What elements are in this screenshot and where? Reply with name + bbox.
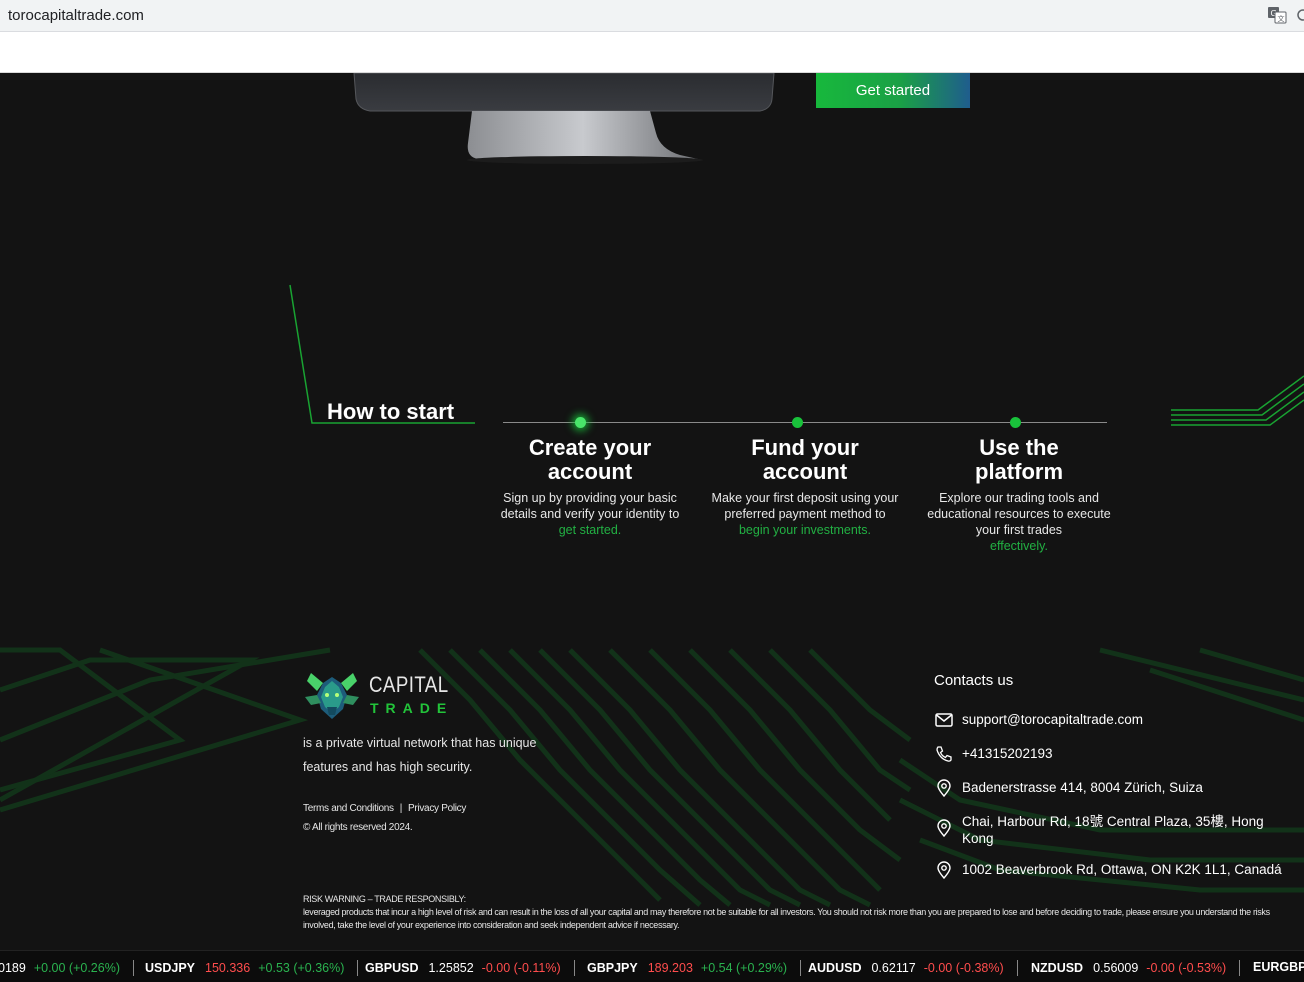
logo-text-trade: TRADE [370, 700, 454, 716]
step-dot-1 [575, 417, 586, 428]
contact-address-text: 1002 Beaverbrook Rd, Ottawa, ON K2K 1L1,… [962, 862, 1282, 877]
bull-logo-icon [305, 673, 359, 719]
step-title: Fund your account [710, 436, 900, 484]
step-link-effectively[interactable]: effectively. [924, 538, 1114, 554]
contact-address-text: Badenerstrasse 414, 8004 Zürich, Suiza [962, 780, 1203, 795]
translate-icon[interactable]: G 文 [1267, 6, 1287, 24]
ticker-item[interactable]: NZDUSD 0.56009 -0.00 (-0.53%) [1031, 960, 1241, 976]
svg-text:文: 文 [1278, 14, 1285, 23]
risk-warning-text: leveraged products that incur a high lev… [303, 907, 1270, 930]
step-create-account: Create your account Sign up by providing… [495, 436, 685, 538]
ticker-symbol: GBPJPY [587, 961, 638, 975]
ticker-item[interactable]: EURGBP [1253, 960, 1304, 974]
contact-email-text[interactable]: support@torocapitaltrade.com [962, 711, 1143, 728]
contact-phone[interactable]: +41315202193 [934, 745, 1052, 763]
ticker-change: -0.00 (-0.53%) [1146, 961, 1227, 975]
step-title-line1: Use the [979, 435, 1059, 460]
ticker-divider [357, 960, 359, 976]
capital-trade-logo[interactable]: CAPITAL TRADE [303, 669, 453, 721]
ticker-price: 0.56009 [1093, 961, 1139, 975]
step-fund-account: Fund your account Make your first deposi… [710, 436, 900, 538]
ticker-change: -0.00 (-0.11%) [481, 961, 561, 975]
get-started-button[interactable]: Get started [816, 73, 970, 108]
step-title-line1: Create your [528, 435, 652, 460]
ticker-symbol: AUDUSD [808, 961, 862, 975]
price-ticker: 0189 +0.00 (+0.26%) USDJPY 150.336 +0.53… [0, 950, 1304, 982]
contact-address-text: Chai, Harbour Rd, 18號 Central Plaza, 35樓… [962, 814, 1264, 846]
site-header [0, 32, 1304, 73]
step-use-platform: Use the platform Explore our trading too… [924, 436, 1114, 554]
ticker-symbol: GBPUSD [365, 961, 419, 975]
step-description: Sign up by providing your basic details … [500, 491, 680, 521]
ticker-price: 0.62117 [871, 961, 916, 975]
location-icon [937, 861, 951, 879]
monitor-illustration [353, 73, 775, 164]
ticker-divider [800, 960, 802, 976]
ticker-change: +0.53 (+0.36%) [258, 961, 345, 975]
risk-warning: RISK WARNING – TRADE RESPONSIBLY: levera… [303, 893, 1283, 932]
contact-address-zurich: Badenerstrasse 414, 8004 Zürich, Suiza [934, 779, 1203, 797]
ticker-price: 1.25852 [428, 961, 474, 975]
ticker-price: 189.203 [647, 961, 693, 975]
ticker-item[interactable]: GBPUSD 1.25852 -0.00 (-0.11%) [365, 960, 575, 976]
ticker-change: +0.54 (+0.29%) [700, 961, 788, 975]
step-dot-2 [792, 417, 803, 428]
contact-address-hongkong: Chai, Harbour Rd, 18號 Central Plaza, 35樓… [934, 813, 1274, 847]
step-title-line2: account [762, 459, 848, 484]
phone-icon [936, 746, 952, 762]
step-title-line1: Fund your [751, 435, 859, 460]
step-dot-3 [1010, 417, 1021, 428]
ticker-price: 150.336 [205, 961, 251, 975]
ticker-symbol: EURGBP [1253, 960, 1304, 974]
ticker-divider [1239, 960, 1241, 976]
ticker-change: -0.00 (-0.38%) [923, 961, 1004, 975]
ticker-item[interactable]: USDJPY 150.336 +0.53 (+0.36%) [145, 960, 359, 976]
legal-separator: | [399, 803, 403, 814]
contacts-title: Contacts us [934, 672, 1014, 689]
step-link-begin-investments[interactable]: begin your investments. [710, 522, 900, 538]
mail-icon [935, 713, 953, 727]
page: torocapitaltrade.com G 文 Get started How… [0, 0, 1304, 982]
ticker-item[interactable]: GBPJPY 189.203 +0.54 (+0.29%) [587, 960, 802, 976]
step-title: Create your account [495, 436, 685, 484]
step-title-line2: platform [975, 459, 1063, 484]
step-link-get-started[interactable]: get started. [495, 522, 685, 538]
ticker-item[interactable]: 0189 +0.00 (+0.26%) [0, 960, 134, 976]
step-description: Explore our trading tools and educationa… [927, 491, 1111, 537]
step-title: Use the platform [924, 436, 1114, 484]
step-description: Make your first deposit using your prefe… [711, 491, 899, 521]
privacy-link[interactable]: Privacy Policy [408, 803, 466, 814]
contact-address-ottawa: 1002 Beaverbrook Rd, Ottawa, ON K2K 1L1,… [934, 861, 1282, 879]
logo-text-capital: CAPITAL [369, 672, 449, 697]
terms-link[interactable]: Terms and Conditions [303, 803, 394, 814]
ticker-symbol: USDJPY [145, 961, 196, 975]
contact-phone-text[interactable]: +41315202193 [962, 745, 1052, 762]
ticker-change: +0.00 (+0.26%) [33, 961, 120, 975]
url-text[interactable]: torocapitaltrade.com [8, 7, 144, 24]
ticker-item[interactable]: AUDUSD 0.62117 -0.00 (-0.38%) [808, 960, 1018, 976]
ticker-symbol: NZDUSD [1031, 961, 1084, 975]
ticker-divider [132, 960, 134, 976]
menu-icon[interactable] [1296, 6, 1304, 24]
ticker-price: 0189 [0, 961, 26, 975]
ticker-divider [1016, 960, 1018, 976]
browser-address-bar[interactable]: torocapitaltrade.com G 文 [0, 0, 1304, 32]
legal-links: Terms and Conditions | Privacy Policy [303, 803, 466, 814]
risk-warning-title: RISK WARNING – TRADE RESPONSIBLY: [303, 894, 466, 904]
how-to-start-title: How to start [327, 399, 455, 424]
location-icon [937, 819, 951, 837]
location-icon [937, 779, 951, 797]
step-title-line2: account [547, 459, 633, 484]
ticker-divider [573, 960, 575, 976]
copyright-text: © All rights reserved 2024. [303, 822, 413, 833]
footer-tagline: is a private virtual network that has un… [303, 736, 537, 774]
contact-email[interactable]: support@torocapitaltrade.com [934, 711, 1143, 729]
